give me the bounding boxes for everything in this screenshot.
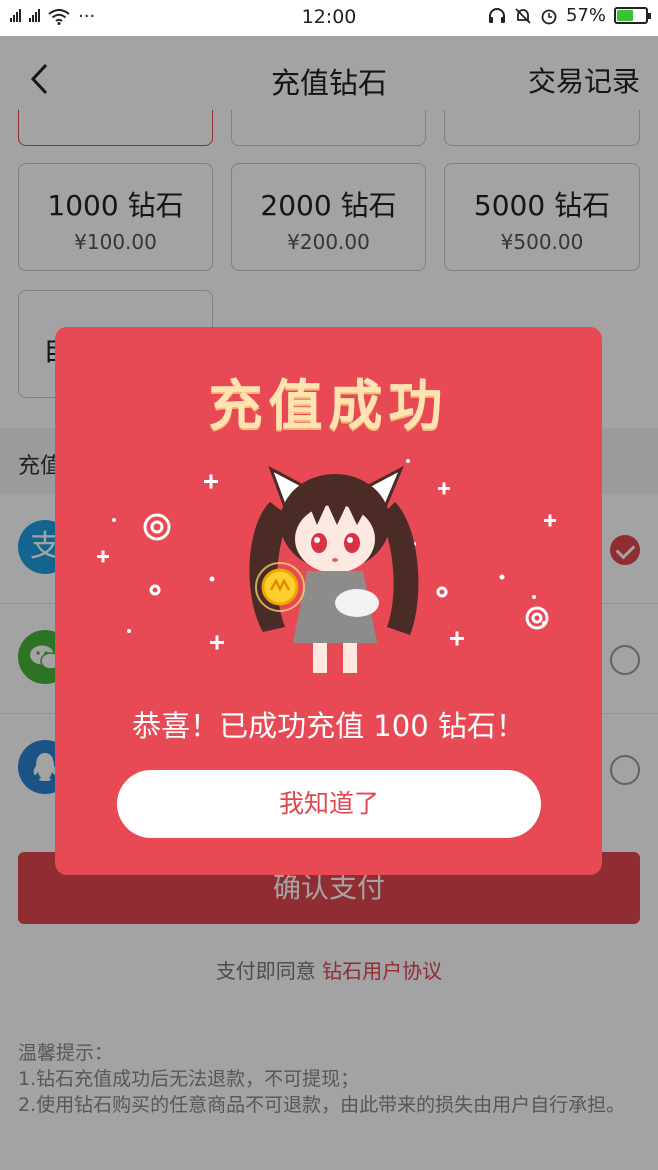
status-right: 57% <box>488 5 651 26</box>
battery-percent: 57% <box>565 5 606 26</box>
dialog-ok-button[interactable]: 我知道了 <box>117 770 541 838</box>
mute-bell-icon <box>515 7 531 24</box>
dialog-message: 恭喜！已成功充值 100 钻石！ <box>132 709 525 743</box>
status-bar: ··· 12:00 57% <box>0 0 658 36</box>
headset-icon <box>488 7 505 23</box>
alarm-icon <box>541 9 557 24</box>
girl-with-coin-illustration <box>97 459 556 673</box>
battery-icon <box>614 7 651 24</box>
recharge-success-dialog: 充值成功 恭喜！已成功充值 100 钻石！ 我知道了 <box>55 327 602 875</box>
dialog-title: 充值成功 <box>208 374 449 437</box>
